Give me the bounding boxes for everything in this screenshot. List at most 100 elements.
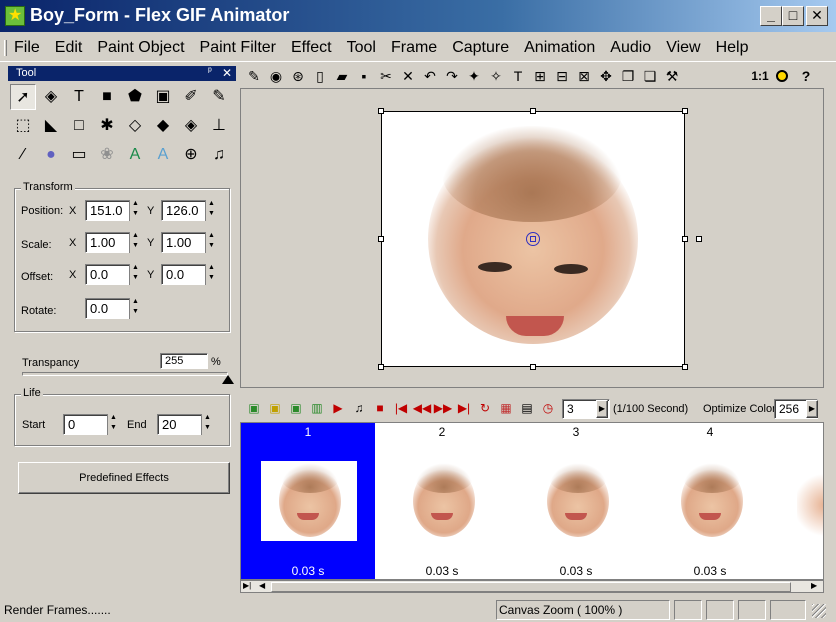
eraser-tool-icon[interactable]: ◇ — [122, 113, 148, 139]
color-circle-icon[interactable] — [776, 70, 788, 82]
menu-audio[interactable]: Audio — [610, 39, 651, 57]
wrench-icon[interactable]: ⚒ — [662, 67, 682, 85]
zoom-reset-button[interactable]: 1:1 — [748, 67, 772, 85]
move-icon[interactable]: ✥ — [596, 67, 616, 85]
blur-tool-icon[interactable]: ❀ — [94, 142, 120, 168]
outline-text-tool-icon[interactable]: A — [150, 142, 176, 168]
text-tool-icon[interactable]: T — [66, 84, 92, 110]
handle-middle-left[interactable] — [378, 236, 384, 242]
color-picker-tool-icon[interactable]: ● — [38, 142, 64, 168]
frame-thumbnail[interactable]: 4 0.03 s — [643, 423, 777, 579]
menu-animation[interactable]: Animation — [524, 39, 595, 57]
delete-frame-icon[interactable]: ▥ — [307, 399, 327, 417]
menu-help[interactable]: Help — [716, 39, 749, 57]
stop-icon[interactable]: ■ — [370, 399, 390, 417]
predefined-effects-button[interactable]: Predefined Effects — [18, 462, 230, 494]
optimize-color-dropdown-icon[interactable]: ▶ — [806, 400, 818, 418]
magic-wand-tool-icon[interactable]: ✱ — [94, 113, 120, 139]
stamp-tool-icon[interactable]: ⊥ — [206, 113, 232, 139]
handle-bottom-right[interactable] — [682, 364, 688, 370]
delete-icon[interactable]: ✕ — [398, 67, 418, 85]
undo-icon[interactable]: ↶ — [420, 67, 440, 85]
minimize-button[interactable]: _ — [760, 6, 782, 26]
zoom-tool-icon[interactable]: ⊕ — [178, 142, 204, 168]
rectangle-outline-tool-icon[interactable]: □ — [66, 113, 92, 139]
eye-icon[interactable]: ◉ — [266, 67, 286, 85]
scroll-first-icon[interactable]: ▶| — [243, 581, 251, 590]
marquee-select-tool-icon[interactable]: ⬚ — [10, 113, 36, 139]
scroll-thumb[interactable] — [271, 582, 791, 592]
globe-link-icon[interactable]: ⊛ — [288, 67, 308, 85]
pencil-icon[interactable]: ✎ — [244, 67, 264, 85]
close-panel-icon[interactable]: ✕ — [222, 66, 232, 80]
transparency-value[interactable]: 255 — [160, 353, 208, 369]
handle-top-middle[interactable] — [530, 108, 536, 114]
pin-icon[interactable]: ᵖ — [208, 66, 212, 77]
menu-paint-object[interactable]: Paint Object — [97, 39, 184, 57]
menu-paint-filter[interactable]: Paint Filter — [200, 39, 276, 57]
eyedropper-tool-icon[interactable]: ⁄ — [10, 142, 36, 168]
add-frame-icon[interactable]: ▣ — [244, 399, 264, 417]
redo-icon[interactable]: ↷ — [442, 67, 462, 85]
maximize-button[interactable]: □ — [782, 6, 804, 26]
position-x-spinner[interactable] — [129, 200, 141, 221]
insert-frame-icon[interactable]: ▣ — [265, 399, 285, 417]
new-file-icon[interactable]: ▯ — [310, 67, 330, 85]
grid-icon[interactable]: ▤ — [517, 399, 537, 417]
menu-capture[interactable]: Capture — [452, 39, 509, 57]
cut-icon[interactable]: ✂ — [376, 67, 396, 85]
canvas-area[interactable] — [240, 88, 824, 388]
menu-file[interactable]: File — [14, 39, 40, 57]
layers-2-icon[interactable]: ❏ — [640, 67, 660, 85]
scale-x-spinner[interactable] — [129, 232, 141, 253]
timer-icon[interactable]: ◷ — [538, 399, 558, 417]
offset-x-spinner[interactable] — [129, 264, 141, 285]
prev-frame-icon[interactable]: ◀◀ — [412, 399, 432, 417]
align-2-icon[interactable]: ⊟ — [552, 67, 572, 85]
sparkle-pen-2-tool-icon[interactable]: ✎ — [206, 84, 232, 110]
play-icon[interactable]: ▶ — [328, 399, 348, 417]
open-folder-icon[interactable]: ▰ — [332, 67, 352, 85]
center-pivot[interactable] — [526, 232, 540, 246]
frame-thumbnail[interactable]: 2 0.03 s — [375, 423, 509, 579]
last-frame-icon[interactable]: ▶| — [454, 399, 474, 417]
handle-rotate[interactable] — [696, 236, 702, 242]
help-icon[interactable]: ? — [796, 67, 816, 85]
fill-bucket-tool-icon[interactable]: ◆ — [150, 113, 176, 139]
sound-icon[interactable]: ♫ — [349, 399, 369, 417]
frame-delay-dropdown-icon[interactable]: ▶ — [596, 400, 608, 418]
frames-scrollbar[interactable]: ▶| ◀ ▶ — [240, 580, 824, 593]
gradient-text-tool-icon[interactable]: A — [122, 142, 148, 168]
loop-icon[interactable]: ↻ — [475, 399, 495, 417]
polygon-brush-tool-icon[interactable]: ⬟ — [122, 84, 148, 110]
scroll-left-icon[interactable]: ◀ — [259, 581, 265, 590]
layers-icon[interactable]: ❐ — [618, 67, 638, 85]
menu-frame[interactable]: Frame — [391, 39, 437, 57]
menu-tool[interactable]: Tool — [347, 39, 376, 57]
handle-bottom-middle[interactable] — [530, 364, 536, 370]
scale-y-spinner[interactable] — [205, 232, 217, 253]
frame-thumbnail[interactable]: 1 0.03 s — [241, 423, 375, 579]
offset-y-spinner[interactable] — [205, 264, 217, 285]
first-frame-icon[interactable]: |◀ — [391, 399, 411, 417]
tree-icon[interactable]: ⊠ — [574, 67, 594, 85]
handle-middle-right[interactable] — [682, 236, 688, 242]
pin-add-icon[interactable]: ✦ — [464, 67, 484, 85]
transparency-slider-thumb[interactable] — [222, 375, 234, 384]
duplicate-frame-icon[interactable]: ▣ — [286, 399, 306, 417]
next-frame-icon[interactable]: ▶▶ — [433, 399, 453, 417]
sparkle-pen-tool-icon[interactable]: ✐ — [178, 84, 204, 110]
menu-effect[interactable]: Effect — [291, 39, 332, 57]
rectangle-filled-tool-icon[interactable]: ■ — [94, 84, 120, 110]
image-insert-tool-icon[interactable]: ▣ — [150, 84, 176, 110]
node-edit-tool-icon[interactable]: ◈ — [38, 84, 64, 110]
handle-bottom-left[interactable] — [378, 364, 384, 370]
end-spinner[interactable] — [201, 414, 213, 435]
crop-select-tool-icon[interactable]: ◣ — [38, 113, 64, 139]
position-y-spinner[interactable] — [205, 200, 217, 221]
align-icon[interactable]: ⊞ — [530, 67, 550, 85]
resize-grip-icon[interactable] — [812, 604, 826, 618]
transparency-slider-track[interactable] — [22, 372, 228, 376]
frame-thumbnail[interactable]: 3 0.03 s — [509, 423, 643, 579]
frame-thumbnail-partial[interactable] — [797, 461, 823, 541]
